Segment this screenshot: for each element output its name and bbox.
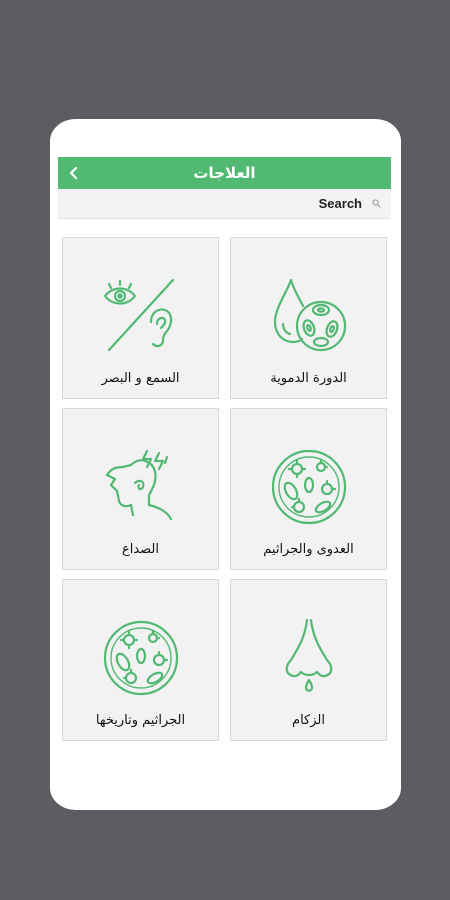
search-bar[interactable]: Search <box>58 189 391 219</box>
page-title: العلاجات <box>193 164 256 182</box>
card-hearing-vision[interactable]: السمع و البصر <box>62 237 219 399</box>
headache-icon <box>105 449 173 521</box>
blood-drop-icon <box>273 278 347 352</box>
app-bar: العلاجات <box>58 157 391 189</box>
card-label: الدورة الدموية <box>270 371 347 386</box>
categories-grid: الدورة الدموية السمع و البصر العدوى والج… <box>62 237 390 745</box>
back-button[interactable] <box>64 163 84 183</box>
search-input[interactable]: Search <box>319 196 362 211</box>
chevron-left-icon <box>69 166 78 180</box>
card-label: الزكام <box>292 713 325 728</box>
nose-icon <box>285 618 333 692</box>
card-infection-germs[interactable]: العدوى والجراثيم <box>230 408 387 570</box>
card-germs-history[interactable]: الجراثيم وتاريخها <box>62 579 219 741</box>
germs-icon <box>271 449 347 525</box>
card-cold[interactable]: الزكام <box>230 579 387 741</box>
app-screen: العلاجات Search الدورة الدموية السمع و ا… <box>58 157 391 753</box>
card-label: الجراثيم وتاريخها <box>95 713 186 728</box>
card-headache[interactable]: الصداع <box>62 408 219 570</box>
germs-history-icon <box>103 620 179 696</box>
search-icon <box>372 199 381 208</box>
eye-ear-icon <box>103 278 175 352</box>
card-label: العدوى والجراثيم <box>263 542 354 557</box>
card-label: السمع و البصر <box>101 371 180 386</box>
card-label: الصداع <box>121 542 160 557</box>
card-blood-circulation[interactable]: الدورة الدموية <box>230 237 387 399</box>
